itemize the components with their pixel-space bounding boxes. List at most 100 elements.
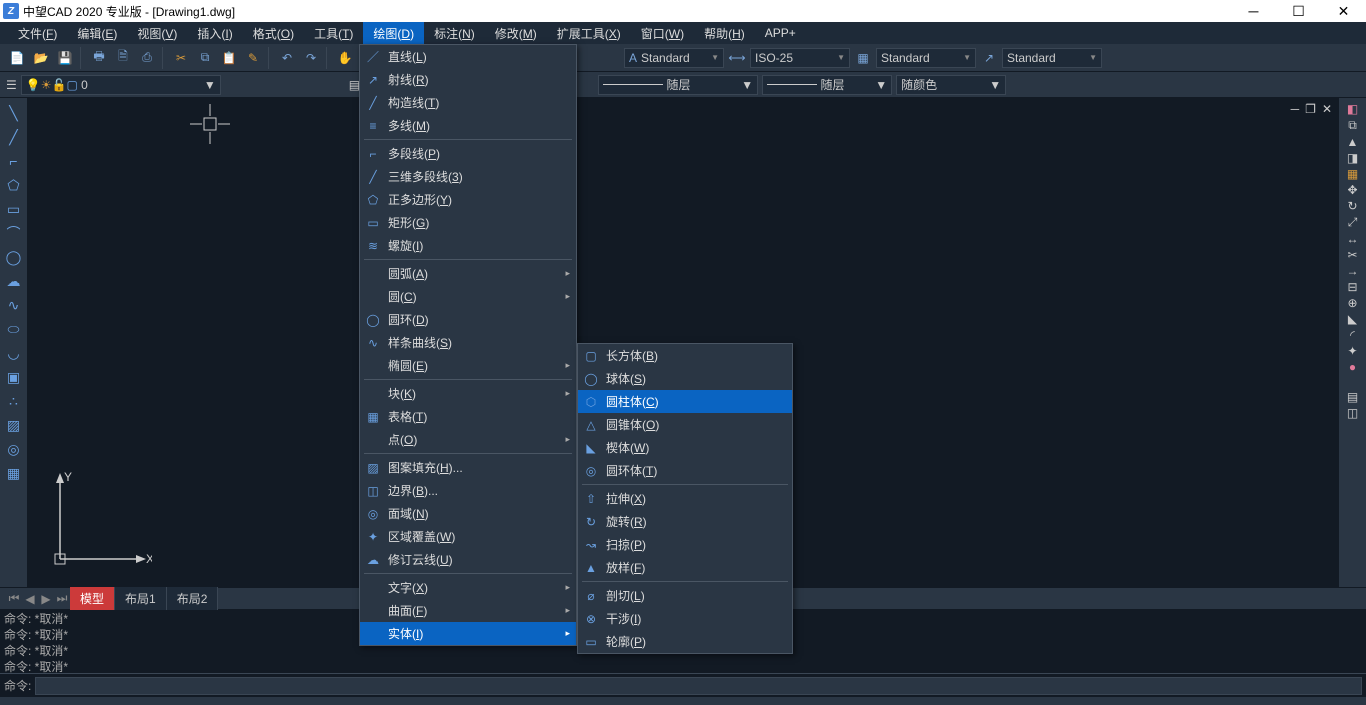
submenu-item-圆柱体(C)[interactable]: ⬡圆柱体(C) (578, 390, 792, 413)
rect-icon[interactable]: ▭ (3, 198, 25, 220)
break-icon[interactable]: ⊟ (1347, 280, 1357, 294)
rotate-icon[interactable]: ↻ (1347, 199, 1357, 213)
mleader-icon[interactable]: ↗ (978, 47, 1000, 69)
submenu-item-剖切(L)[interactable]: ⌀剖切(L) (578, 584, 792, 607)
menu-item-点(O)[interactable]: 点(O) (360, 428, 576, 451)
redo-icon[interactable]: ↷ (300, 47, 322, 69)
submenu-item-旋转(R)[interactable]: ↻旋转(R) (578, 510, 792, 533)
explode-icon[interactable]: ✦ (1347, 344, 1357, 358)
block-icon[interactable]: ▣ (3, 366, 25, 388)
linetype-combo-1[interactable]: 随层▼ (598, 75, 758, 95)
submenu-item-球体(S)[interactable]: ◯球体(S) (578, 367, 792, 390)
menu-item-射线(R)[interactable]: ↗射线(R) (360, 68, 576, 91)
table-style-icon[interactable]: ▦ (852, 47, 874, 69)
props-icon[interactable]: ▤ (1347, 390, 1358, 404)
arc-icon[interactable]: ⌒ (3, 222, 25, 244)
menu-item-修订云线(U)[interactable]: ☁修订云线(U) (360, 548, 576, 571)
line-icon[interactable]: ╲ (3, 102, 25, 124)
cut-icon[interactable]: ✂ (170, 47, 192, 69)
ellipse-icon[interactable]: ⬭ (3, 318, 25, 340)
doc-minimize-icon[interactable]: ─ (1291, 102, 1300, 116)
print-icon[interactable]: 🖶 (88, 47, 110, 69)
menu-item-圆(C)[interactable]: 圆(C) (360, 285, 576, 308)
submenu-item-长方体(B)[interactable]: ▢长方体(B) (578, 344, 792, 367)
close-button[interactable]: ✕ (1321, 0, 1366, 22)
pan-icon[interactable]: ✋ (334, 47, 356, 69)
stretch-icon[interactable]: ↔ (1347, 232, 1359, 246)
scale-icon[interactable]: ⤢ (1348, 215, 1358, 230)
minimize-button[interactable]: ─ (1231, 0, 1276, 22)
menu-item-文字(X)[interactable]: 文字(X) (360, 576, 576, 599)
menu-item-圆弧(A)[interactable]: 圆弧(A) (360, 262, 576, 285)
offset-icon[interactable]: ◨ (1347, 151, 1358, 165)
menu-扩展工具X[interactable]: 扩展工具(X) (547, 22, 631, 45)
submenu-item-扫掠(P)[interactable]: ↝扫掠(P) (578, 533, 792, 556)
menu-item-区域覆盖(W)[interactable]: ✦区域覆盖(W) (360, 525, 576, 548)
menu-item-曲面(F)[interactable]: 曲面(F) (360, 599, 576, 622)
menu-item-正多边形(Y)[interactable]: ⬠正多边形(Y) (360, 188, 576, 211)
submenu-item-圆锥体(O)[interactable]: △圆锥体(O) (578, 413, 792, 436)
submenu-item-楔体(W)[interactable]: ◣楔体(W) (578, 436, 792, 459)
menu-APP+[interactable]: APP+ (755, 23, 806, 43)
menu-item-边界(B)...[interactable]: ◫边界(B)... (360, 479, 576, 502)
hatch-icon[interactable]: ▨ (3, 414, 25, 436)
trim-icon[interactable]: ✂ (1347, 248, 1357, 262)
move-icon[interactable]: ✥ (1347, 183, 1357, 197)
menu-文件F[interactable]: 文件(F) (8, 22, 67, 45)
menu-编辑E[interactable]: 编辑(E) (67, 22, 127, 45)
join-icon[interactable]: ⊕ (1347, 296, 1357, 310)
menu-item-圆环(D)[interactable]: ◯圆环(D) (360, 308, 576, 331)
polygon-icon[interactable]: ⬠ (3, 174, 25, 196)
layout-tab-布局2[interactable]: 布局2 (167, 587, 219, 610)
fillet-icon[interactable]: ◜ (1350, 328, 1355, 342)
table-style-combo[interactable]: Standard▼ (876, 48, 976, 68)
open-icon[interactable]: 📂 (30, 47, 52, 69)
menu-工具T[interactable]: 工具(T) (304, 22, 363, 45)
mirror-icon[interactable]: ▲ (1347, 135, 1359, 149)
menu-item-块(K)[interactable]: 块(K) (360, 382, 576, 405)
menu-窗口W[interactable]: 窗口(W) (631, 22, 694, 45)
menu-item-表格(T)[interactable]: ▦表格(T) (360, 405, 576, 428)
menu-item-面域(N)[interactable]: ◎面域(N) (360, 502, 576, 525)
menu-修改M[interactable]: 修改(M) (485, 22, 547, 45)
menu-帮助H[interactable]: 帮助(H) (694, 22, 755, 45)
submenu-item-放样(F)[interactable]: ▲放样(F) (578, 556, 792, 579)
linetype-combo-2[interactable]: 随层▼ (762, 75, 892, 95)
extend-icon[interactable]: → (1347, 264, 1359, 278)
menu-item-实体(I)[interactable]: 实体(I) (360, 622, 576, 645)
publish-icon[interactable]: ⎙ (136, 47, 158, 69)
menu-item-直线(L)[interactable]: ／直线(L) (360, 45, 576, 68)
menu-插入I[interactable]: 插入(I) (187, 22, 242, 45)
color-combo[interactable]: 随颜色▼ (896, 75, 1006, 95)
submenu-item-干涉(I)[interactable]: ⊗干涉(I) (578, 607, 792, 630)
menu-item-样条曲线(S)[interactable]: ∿样条曲线(S) (360, 331, 576, 354)
tab-first-icon[interactable]: ⏮ (6, 591, 22, 606)
layout-tab-模型[interactable]: 模型 (70, 587, 115, 610)
xline-icon[interactable]: ╱ (3, 126, 25, 148)
command-input[interactable] (35, 677, 1362, 695)
point-icon[interactable]: ∴ (3, 390, 25, 412)
copy-obj-icon[interactable]: ⧉ (1348, 118, 1357, 133)
spline-icon[interactable]: ∿ (3, 294, 25, 316)
array-icon[interactable]: ▦ (1347, 167, 1358, 181)
new-icon[interactable]: 📄 (6, 47, 28, 69)
undo-icon[interactable]: ↶ (276, 47, 298, 69)
layout-tab-布局1[interactable]: 布局1 (115, 587, 167, 610)
erase-icon[interactable]: ◧ (1347, 102, 1358, 116)
paste-icon[interactable]: 📋 (218, 47, 240, 69)
menu-item-多线(M)[interactable]: ≡多线(M) (360, 114, 576, 137)
dim-style-combo[interactable]: ISO-25▼ (750, 48, 850, 68)
menu-item-螺旋(I)[interactable]: ≋螺旋(I) (360, 234, 576, 257)
menu-item-构造线(T)[interactable]: ╱构造线(T) (360, 91, 576, 114)
menu-item-矩形(G)[interactable]: ▭矩形(G) (360, 211, 576, 234)
print-preview-icon[interactable]: 🗎 (112, 47, 134, 69)
submenu-item-轮廓(P)[interactable]: ▭轮廓(P) (578, 630, 792, 653)
design-icon[interactable]: ◫ (1347, 406, 1358, 420)
layer-manager-icon[interactable]: ☰ (6, 78, 17, 92)
pline-icon[interactable]: ⌐ (3, 150, 25, 172)
chamfer-icon[interactable]: ◣ (1348, 312, 1357, 326)
menu-item-多段线(P)[interactable]: ⌐多段线(P) (360, 142, 576, 165)
dim-icon[interactable]: ⟷ (726, 47, 748, 69)
menu-item-图案填充(H)...[interactable]: ▨图案填充(H)... (360, 456, 576, 479)
maximize-button[interactable]: ☐ (1276, 0, 1321, 22)
